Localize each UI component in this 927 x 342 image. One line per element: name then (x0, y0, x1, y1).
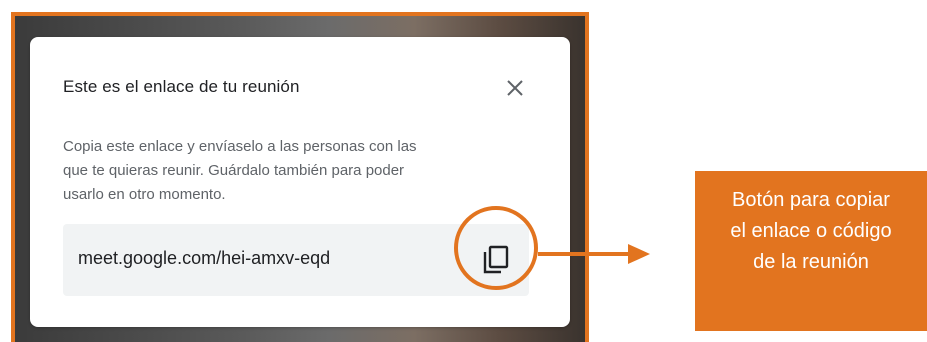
annotation-arrow-line (538, 252, 630, 256)
close-button[interactable] (504, 77, 526, 99)
description-line: que te quieras reunir. Guárdalo también … (63, 162, 405, 179)
stage: Este es el enlace de tu reunión Copia es… (0, 0, 927, 342)
description-line: usarlo en otro momento. (63, 186, 226, 203)
meet-background: Este es el enlace de tu reunión Copia es… (15, 16, 585, 342)
callout-line: Botón para copiar (732, 189, 890, 211)
callout-line: de la reunión (753, 251, 869, 273)
copy-button-highlight (454, 206, 538, 290)
annotation-callout: Botón para copiar el enlace o código de … (695, 171, 927, 331)
description-line: Copia este enlace y envíaselo a las pers… (63, 138, 417, 155)
meeting-link-text: meet.google.com/hei-amxv-eqd (78, 248, 331, 268)
dialog-description: Copia este enlace y envíaselo a las pers… (63, 135, 523, 207)
annotation-arrow-head (628, 244, 650, 264)
callout-line: el enlace o código (730, 220, 892, 242)
close-icon (507, 80, 523, 96)
dialog-title: Este es el enlace de tu reunión (63, 77, 300, 96)
screenshot-frame: Este es el enlace de tu reunión Copia es… (11, 12, 589, 342)
